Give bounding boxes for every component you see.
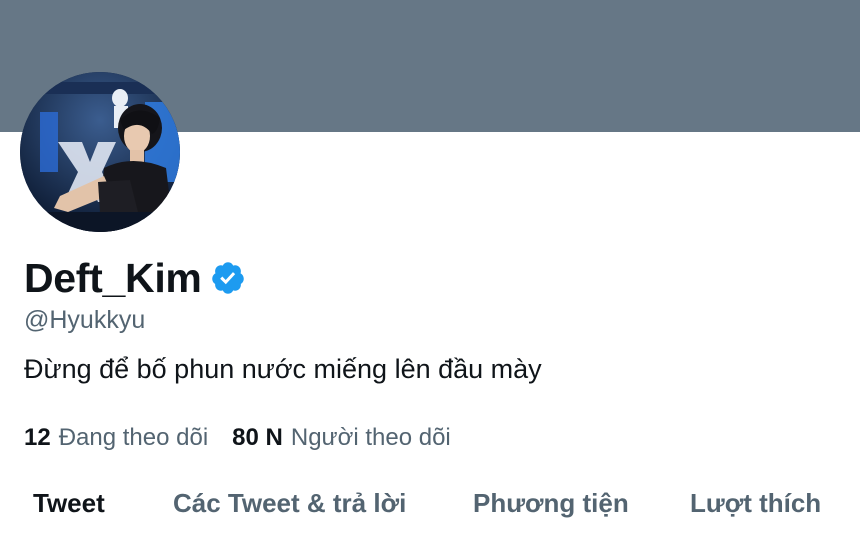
tab-likes[interactable]: Lượt thích [690,488,821,519]
profile-bio: Đừng để bố phun nước miếng lên đầu mày [24,354,542,384]
follow-stats: 12 Đang theo dõi 80 N Người theo dõi [24,424,451,452]
tab-media[interactable]: Phương tiện [473,488,629,519]
tab-tweets[interactable]: Tweet [33,488,105,519]
avatar-photo [20,72,180,232]
followers-count: 80 N [232,424,283,451]
profile-handle: @Hyukkyu [24,306,146,334]
following-count: 12 [24,424,51,451]
following-link[interactable]: 12 Đang theo dõi [24,424,208,452]
verified-badge-icon [210,260,246,296]
followers-link[interactable]: 80 N Người theo dõi [232,424,451,452]
followers-label: Người theo dõi [290,424,451,451]
profile-avatar[interactable] [20,72,180,232]
display-name: Deft_Kim [24,254,202,301]
display-name-row: Deft_Kim [24,252,246,304]
profile-page: Deft_Kim @Hyukkyu Đừng để bố phun nước m… [0,0,860,546]
following-label: Đang theo dõi [58,424,209,451]
profile-tabs: Tweet Các Tweet & trả lời Phương tiện Lư… [0,488,860,534]
tab-tweets-and-replies[interactable]: Các Tweet & trả lời [173,488,406,519]
